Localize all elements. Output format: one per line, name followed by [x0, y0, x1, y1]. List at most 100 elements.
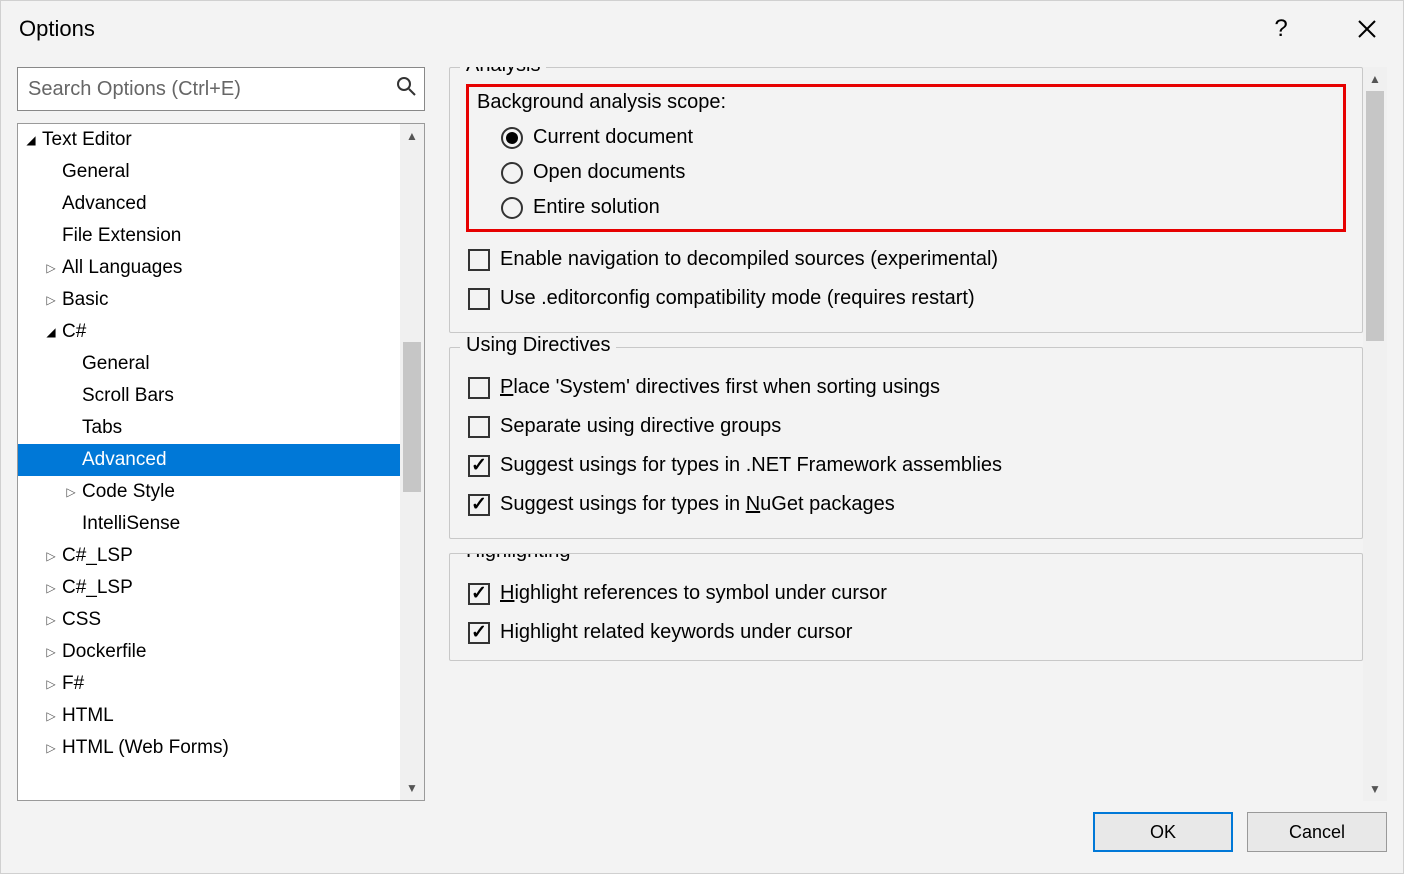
checkbox-icon — [468, 416, 490, 438]
tree-item-label: Code Style — [82, 481, 175, 503]
tree-item-scroll-bars[interactable]: Scroll Bars — [18, 380, 400, 412]
search-wrap — [17, 67, 425, 111]
radio-label: Open documents — [533, 161, 685, 184]
radio-open-documents[interactable]: Open documents — [471, 155, 1341, 190]
expander-icon[interactable]: ▷ — [44, 261, 58, 275]
tree-item-label: C# — [62, 321, 86, 343]
group-highlighting: Highlighting Highlight references to sym… — [449, 553, 1363, 661]
radio-icon — [501, 162, 523, 184]
scroll-up-icon[interactable]: ▲ — [400, 124, 424, 148]
tree-item-html-web-forms-[interactable]: ▷HTML (Web Forms) — [18, 732, 400, 764]
tree-item-c-[interactable]: ◢ C# — [18, 316, 400, 348]
tree-item-general[interactable]: General — [18, 348, 400, 380]
tree-item-general[interactable]: General — [18, 156, 400, 188]
checkbox-highlight-references-to-symbol-under-cur[interactable]: Highlight references to symbol under cur… — [468, 574, 1344, 613]
tree-item-label: Dockerfile — [62, 641, 146, 663]
expander-icon[interactable]: ▷ — [44, 709, 58, 723]
expander-icon[interactable]: ▷ — [44, 549, 58, 563]
window-title: Options — [19, 16, 1263, 42]
tree-item-label: All Languages — [62, 257, 182, 279]
checkbox-label: Highlight related keywords under cursor — [500, 621, 852, 644]
checkbox-use-editorconfig-compatibility-mode-requ[interactable]: Use .editorconfig compatibility mode (re… — [468, 279, 1344, 318]
scroll-down-icon[interactable]: ▼ — [1363, 777, 1387, 801]
options-dialog: Options ? ◢Text Editor General Advanced Fil… — [0, 0, 1404, 874]
scope-label: Background analysis scope: — [471, 91, 1341, 114]
group-title-highlighting: Highlighting — [460, 553, 577, 563]
tree-item-label: Advanced — [62, 193, 147, 215]
expander-icon[interactable]: ▷ — [64, 485, 78, 499]
tree-item-c-lsp[interactable]: ▷ C#_LSP — [18, 540, 400, 572]
scrollbar-thumb[interactable] — [1366, 91, 1384, 341]
checkbox-label: Suggest usings for types in .NET Framewo… — [500, 454, 1002, 477]
checkbox-separate-using-directive-groups[interactable]: Separate using directive groups — [468, 407, 1344, 446]
expander-icon[interactable]: ◢ — [24, 133, 38, 147]
scrollbar-thumb[interactable] — [403, 342, 421, 492]
expander-icon[interactable]: ▷ — [44, 613, 58, 627]
tree-scrollbar[interactable]: ▲ ▼ — [400, 124, 424, 800]
radio-icon — [501, 197, 523, 219]
tree-item-basic[interactable]: ▷ Basic — [18, 284, 400, 316]
tree-item-css[interactable]: ▷CSS — [18, 604, 400, 636]
scroll-down-icon[interactable]: ▼ — [400, 776, 424, 800]
expander-icon[interactable]: ▷ — [44, 677, 58, 691]
radio-entire-solution[interactable]: Entire solution — [471, 190, 1341, 225]
tree-list: ◢Text Editor General Advanced File Extensio… — [18, 124, 400, 800]
tree-item-html[interactable]: ▷ HTML — [18, 700, 400, 732]
checkbox-suggest-usings-for-types-in-net-framewor[interactable]: Suggest usings for types in .NET Framewo… — [468, 446, 1344, 485]
checkbox-enable-navigation-to-decompiled-sources-[interactable]: Enable navigation to decompiled sources … — [468, 240, 1344, 279]
tree-item-file-extension[interactable]: File Extension — [18, 220, 400, 252]
help-button[interactable]: ? — [1263, 11, 1299, 47]
options-tree: ◢Text Editor General Advanced File Extensio… — [17, 123, 425, 801]
group-title-analysis: Analysis — [460, 67, 546, 77]
tree-item-code-style[interactable]: ▷ Code Style — [18, 476, 400, 508]
radio-label: Entire solution — [533, 196, 660, 219]
tree-item-f-[interactable]: ▷F# — [18, 668, 400, 700]
tree-item-advanced[interactable]: Advanced — [18, 444, 400, 476]
checkbox-suggest-usings-for-types-in-nuget-packag[interactable]: Suggest usings for types in NuGet packag… — [468, 485, 1344, 524]
expander-icon[interactable]: ▷ — [44, 293, 58, 307]
scroll-up-icon[interactable]: ▲ — [1363, 67, 1387, 91]
tree-item-c-lsp[interactable]: ▷C#_LSP — [18, 572, 400, 604]
checkbox-icon — [468, 583, 490, 605]
tree-item-label: HTML — [62, 705, 114, 727]
checkbox-place-system-directives-first-when-sorti[interactable]: Place 'System' directives first when sor… — [468, 368, 1344, 407]
checkbox-highlight-related-keywords-under-cursor[interactable]: Highlight related keywords under cursor — [468, 613, 1344, 652]
titlebar: Options ? — [1, 1, 1403, 57]
close-icon — [1358, 20, 1376, 38]
checkbox-icon — [468, 622, 490, 644]
tree-item-label: Basic — [62, 289, 108, 311]
cancel-button[interactable]: Cancel — [1247, 812, 1387, 852]
checkbox-icon — [468, 494, 490, 516]
tree-item-advanced[interactable]: Advanced — [18, 188, 400, 220]
group-analysis: Analysis Background analysis scope: Curr… — [449, 67, 1363, 333]
ok-button[interactable]: OK — [1093, 812, 1233, 852]
dialog-body: ◢Text Editor General Advanced File Extensio… — [1, 57, 1403, 801]
panel-scrollbar[interactable]: ▲ ▼ — [1363, 67, 1387, 801]
tree-item-label: Scroll Bars — [82, 385, 174, 407]
tree-item-dockerfile[interactable]: ▷ Dockerfile — [18, 636, 400, 668]
settings-panel: Analysis Background analysis scope: Curr… — [449, 67, 1363, 801]
checkbox-icon — [468, 249, 490, 271]
tree-item-label: General — [62, 161, 130, 183]
radio-current-document[interactable]: Current document — [471, 120, 1341, 155]
expander-icon[interactable]: ▷ — [44, 581, 58, 595]
tree-item-intellisense[interactable]: IntelliSense — [18, 508, 400, 540]
search-input[interactable] — [17, 67, 425, 111]
expander-icon[interactable]: ◢ — [44, 325, 58, 339]
checkbox-label: Place 'System' directives first when sor… — [500, 376, 940, 399]
checkbox-label: Enable navigation to decompiled sources … — [500, 248, 998, 271]
checkbox-icon — [468, 288, 490, 310]
tree-item-label: IntelliSense — [82, 513, 180, 535]
tree-item-tabs[interactable]: Tabs — [18, 412, 400, 444]
checkbox-label: Use .editorconfig compatibility mode (re… — [500, 287, 975, 310]
tree-item-text-editor[interactable]: ◢Text Editor — [18, 124, 400, 156]
tree-item-all-languages[interactable]: ▷ All Languages — [18, 252, 400, 284]
tree-item-label: C#_LSP — [62, 545, 133, 567]
group-title-using: Using Directives — [460, 334, 616, 357]
checkbox-label: Separate using directive groups — [500, 415, 781, 438]
close-button[interactable] — [1349, 11, 1385, 47]
highlighted-region: Background analysis scope: Current docum… — [466, 84, 1346, 232]
tree-item-label: File Extension — [62, 225, 181, 247]
expander-icon[interactable]: ▷ — [44, 741, 58, 755]
expander-icon[interactable]: ▷ — [44, 645, 58, 659]
